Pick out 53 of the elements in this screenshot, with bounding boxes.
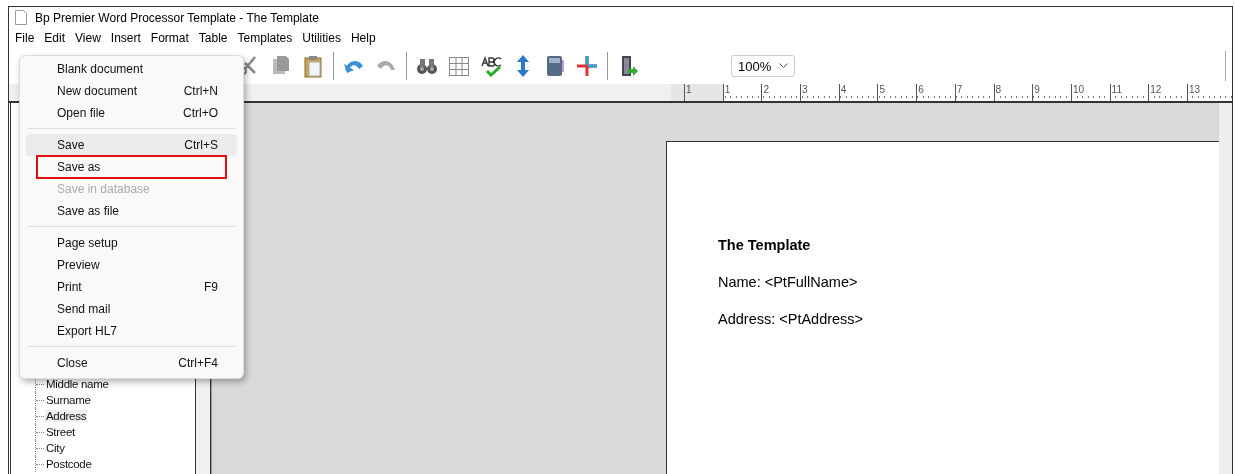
zoom-dropdown[interactable]: 100%: [731, 55, 796, 77]
ruler-number: 2: [763, 84, 769, 95]
ruler-number: 6: [918, 84, 924, 95]
menu-item[interactable]: Utilities: [297, 31, 346, 45]
menu-item[interactable]: File: [10, 31, 40, 45]
ruler-number: 13: [1188, 84, 1201, 95]
paste-icon[interactable]: [301, 54, 325, 78]
grid-icon[interactable]: [447, 54, 471, 78]
menu-item[interactable]: Templates: [232, 31, 298, 45]
menu-item[interactable]: Insert: [105, 31, 146, 45]
plus-icon[interactable]: [575, 54, 599, 78]
document-icon: [15, 10, 27, 25]
document-heading: The Template: [718, 237, 812, 253]
document-line: Address: <PtAddress>: [718, 311, 865, 327]
tree-item[interactable]: City: [45, 442, 66, 454]
menu-option[interactable]: Open file Ctrl+O: [26, 102, 237, 124]
tree-item[interactable]: Street: [45, 426, 76, 438]
menu-option[interactable]: Send mail: [26, 298, 237, 320]
menu-option[interactable]: Export HL7: [26, 320, 237, 342]
menu-option[interactable]: Blank document: [26, 58, 237, 80]
document-line: Name: <PtFullName>: [718, 274, 859, 290]
ruler-number: 3: [802, 84, 808, 95]
ruler-number: 1: [724, 84, 731, 95]
tree-item[interactable]: Surname: [45, 394, 92, 406]
spellcheck-icon[interactable]: [479, 54, 503, 78]
menu-item[interactable]: View: [70, 31, 106, 45]
tree-item[interactable]: Address: [45, 410, 88, 422]
ruler-number: 1: [686, 84, 692, 95]
menu-option[interactable]: Close Ctrl+F4: [26, 352, 237, 374]
menu-option[interactable]: Print F9: [26, 276, 237, 298]
ruler-number: 8: [995, 84, 1002, 95]
menu-option[interactable]: Save as: [37, 156, 226, 178]
menu-option[interactable]: Preview: [26, 254, 237, 276]
tree-item[interactable]: Middle name: [45, 378, 110, 390]
ruler-number: 5: [879, 84, 885, 95]
window-title: Bp Premier Word Processor Template - The Template: [35, 10, 319, 25]
ruler-number: 9: [1034, 84, 1040, 95]
menu-option[interactable]: Page setup: [26, 232, 237, 254]
ruler-number: 4: [840, 84, 847, 95]
menu-option[interactable]: Save Ctrl+S: [26, 134, 237, 156]
menu-item[interactable]: Help: [345, 31, 381, 45]
ruler-number: 11: [1111, 84, 1122, 95]
menu-option[interactable]: Save as file: [26, 200, 237, 222]
menu-option[interactable]: New document Ctrl+N: [26, 80, 237, 102]
menu-item[interactable]: Table: [193, 31, 233, 45]
menu-item[interactable]: Format: [145, 31, 194, 45]
ruler-number: 12: [1150, 84, 1162, 95]
document-page[interactable]: The Template Name: <PtFullName> Address: <PtAddress>: [666, 141, 1219, 474]
ruler-number: 10: [1072, 84, 1084, 95]
caret-icon: [779, 63, 789, 69]
tree-item[interactable]: Postcode: [45, 458, 93, 470]
ruler-number: 7: [956, 84, 963, 95]
menu-item[interactable]: Edit: [39, 31, 71, 45]
